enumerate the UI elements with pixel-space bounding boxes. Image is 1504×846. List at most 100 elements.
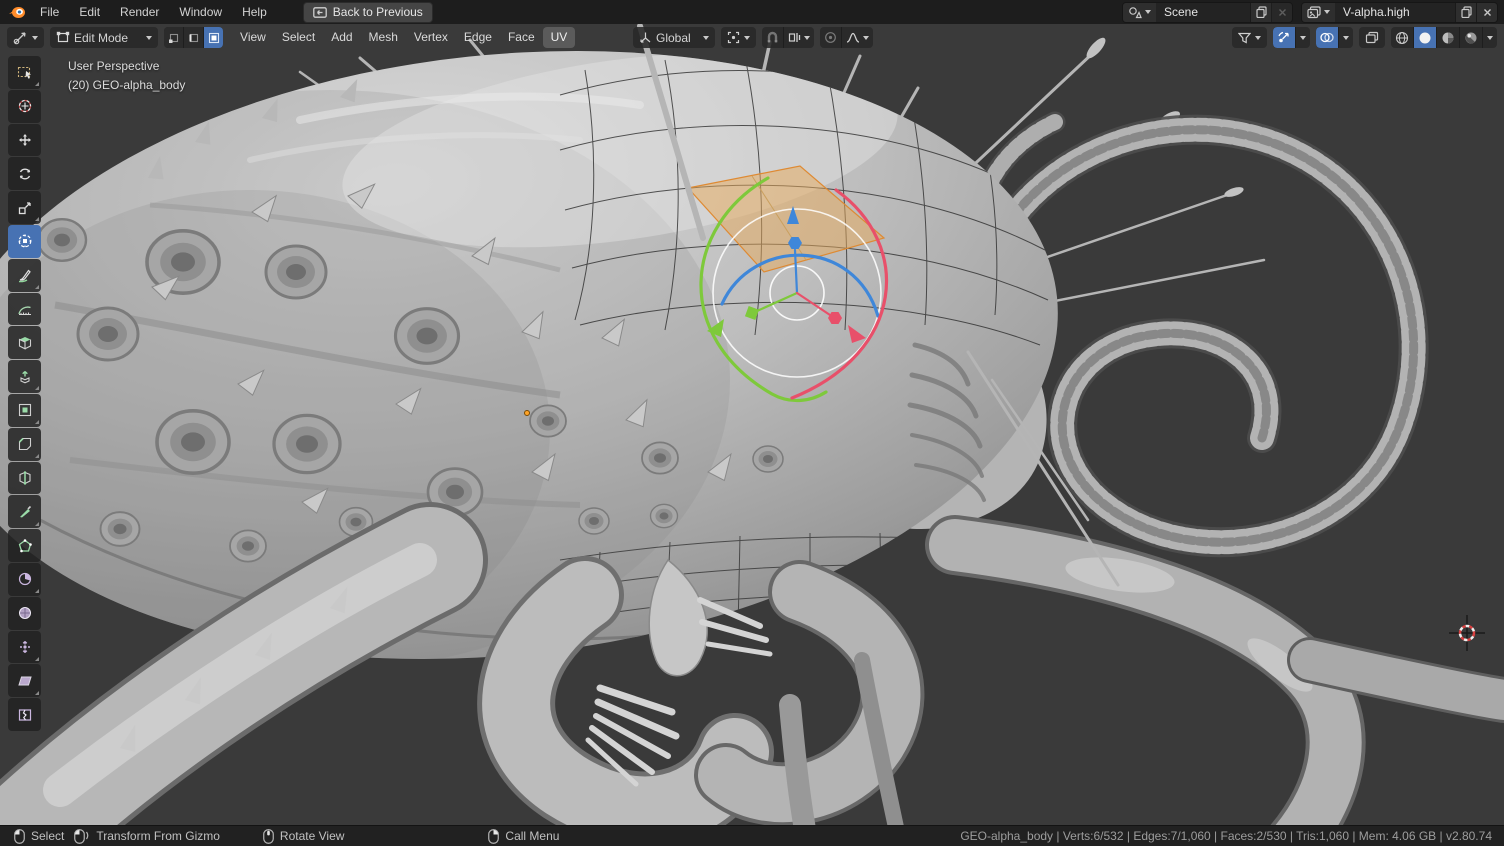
tool-knife[interactable]: [8, 495, 41, 528]
mouse-right-icon: [488, 829, 499, 844]
hint-call-menu: Call Menu: [488, 829, 559, 844]
3d-cursor: [1449, 615, 1485, 651]
shading-solid-button[interactable]: [1413, 27, 1436, 48]
tool-move[interactable]: [8, 124, 41, 157]
back-to-previous-button[interactable]: Back to Previous: [303, 2, 433, 23]
overlays-icon: [1320, 31, 1334, 44]
tool-shrink-fatten[interactable]: [8, 631, 41, 664]
select-mode-vertex[interactable]: [164, 27, 183, 48]
tool-shear[interactable]: [8, 664, 41, 697]
proportional-edit-group: [820, 27, 873, 48]
bevel-icon: [17, 436, 33, 452]
menu-window[interactable]: Window: [169, 0, 232, 24]
measure-icon: [17, 301, 33, 317]
menu-uv[interactable]: UV: [543, 27, 576, 48]
tool-measure[interactable]: [8, 293, 41, 326]
pivot-point-dropdown[interactable]: [721, 27, 756, 48]
tool-cursor[interactable]: [8, 90, 41, 123]
scene-new-button[interactable]: [1250, 3, 1271, 22]
add-cube-icon: [17, 335, 33, 351]
scene-browse-button[interactable]: [1123, 3, 1156, 22]
tool-scale[interactable]: [8, 191, 41, 224]
tool-loop-cut[interactable]: [8, 462, 41, 495]
view-layer-new-button[interactable]: [1455, 3, 1476, 22]
rotate-icon: [17, 166, 33, 182]
editor-type-dropdown[interactable]: [7, 27, 44, 48]
gizmo-icon: [1277, 31, 1291, 44]
view-layer-name[interactable]: V-alpha.high: [1335, 3, 1455, 22]
show-overlays-toggle[interactable]: [1316, 27, 1338, 48]
menu-render[interactable]: Render: [110, 0, 169, 24]
scale-icon: [17, 200, 33, 216]
menu-select[interactable]: Select: [274, 27, 323, 48]
tool-transform[interactable]: [8, 225, 41, 258]
snap-settings-dropdown[interactable]: [783, 27, 814, 48]
tool-rotate[interactable]: [8, 157, 41, 190]
tool-poly-build[interactable]: [8, 529, 41, 562]
shading-wireframe-button[interactable]: [1391, 27, 1413, 48]
scene-name[interactable]: Scene: [1156, 3, 1250, 22]
transform-orientation-dropdown[interactable]: Global: [633, 27, 715, 48]
face-select-icon: [208, 32, 220, 44]
tool-spin[interactable]: [8, 563, 41, 596]
tool-rip-region[interactable]: [8, 698, 41, 731]
mode-dropdown[interactable]: Edit Mode: [50, 27, 158, 48]
select-mode-group: [164, 27, 223, 48]
proportional-edit-toggle[interactable]: [820, 27, 841, 48]
menu-edge[interactable]: Edge: [456, 27, 500, 48]
tool-extrude-region[interactable]: [8, 360, 41, 393]
select-mode-face[interactable]: [203, 27, 223, 48]
mouse-left-icon: [14, 829, 25, 844]
shading-material-button[interactable]: [1436, 27, 1459, 48]
shading-mode-group: [1391, 27, 1497, 48]
view-layer-delete-button[interactable]: [1476, 3, 1497, 22]
show-gizmos-toggle[interactable]: [1273, 27, 1295, 48]
menu-vertex[interactable]: Vertex: [406, 27, 456, 48]
blender-logo-icon[interactable]: [4, 0, 30, 24]
viewport-canvas[interactable]: [0, 24, 1504, 826]
gizmos-group: [1273, 27, 1310, 48]
solid-sphere-icon: [1418, 31, 1432, 45]
knife-icon: [17, 504, 33, 520]
back-window-icon: [313, 7, 327, 18]
shading-rendered-button[interactable]: [1459, 27, 1482, 48]
menu-edit[interactable]: Edit: [69, 0, 110, 24]
material-sphere-icon: [1441, 31, 1455, 45]
spin-icon: [17, 571, 33, 587]
overlays-dropdown[interactable]: [1338, 27, 1353, 48]
snap-toggle[interactable]: [762, 27, 783, 48]
scene-icon: [1128, 6, 1142, 19]
magnet-icon: [766, 31, 779, 44]
vertex-select-icon: [168, 32, 180, 44]
move-icon: [17, 132, 33, 148]
shear-icon: [17, 673, 33, 689]
tool-annotate[interactable]: [8, 259, 41, 292]
tool-select-box[interactable]: [8, 56, 41, 89]
mode-label: Edit Mode: [74, 31, 128, 45]
close-icon: [1278, 8, 1287, 17]
mouse-left-drag-icon: [74, 829, 90, 844]
select-mode-edge[interactable]: [183, 27, 203, 48]
xray-toggle[interactable]: [1359, 27, 1385, 48]
menu-help[interactable]: Help: [232, 0, 277, 24]
hint-rotate-view: Rotate View: [263, 829, 344, 844]
viewport-info-overlay: User Perspective (20) GEO-alpha_body: [68, 57, 185, 95]
menu-view[interactable]: View: [232, 27, 274, 48]
menu-file[interactable]: File: [30, 0, 69, 24]
xray-icon: [1365, 31, 1379, 44]
object-type-visibility-dropdown[interactable]: [1232, 27, 1267, 48]
shading-dropdown[interactable]: [1482, 27, 1497, 48]
menu-face[interactable]: Face: [500, 27, 543, 48]
rip-region-icon: [17, 707, 33, 723]
proportional-falloff-dropdown[interactable]: [841, 27, 873, 48]
scene-statistics: GEO-alpha_body | Verts:6/532 | Edges:7/1…: [960, 829, 1504, 843]
menu-add[interactable]: Add: [323, 27, 360, 48]
tool-add-cube[interactable]: [8, 326, 41, 359]
tool-bevel[interactable]: [8, 428, 41, 461]
view-layer-browse-button[interactable]: [1302, 3, 1335, 22]
gizmos-dropdown[interactable]: [1295, 27, 1310, 48]
tool-inset-faces[interactable]: [8, 394, 41, 427]
tool-smooth[interactable]: [8, 597, 41, 630]
falloff-curve-icon: [846, 31, 860, 44]
menu-mesh[interactable]: Mesh: [361, 27, 406, 48]
